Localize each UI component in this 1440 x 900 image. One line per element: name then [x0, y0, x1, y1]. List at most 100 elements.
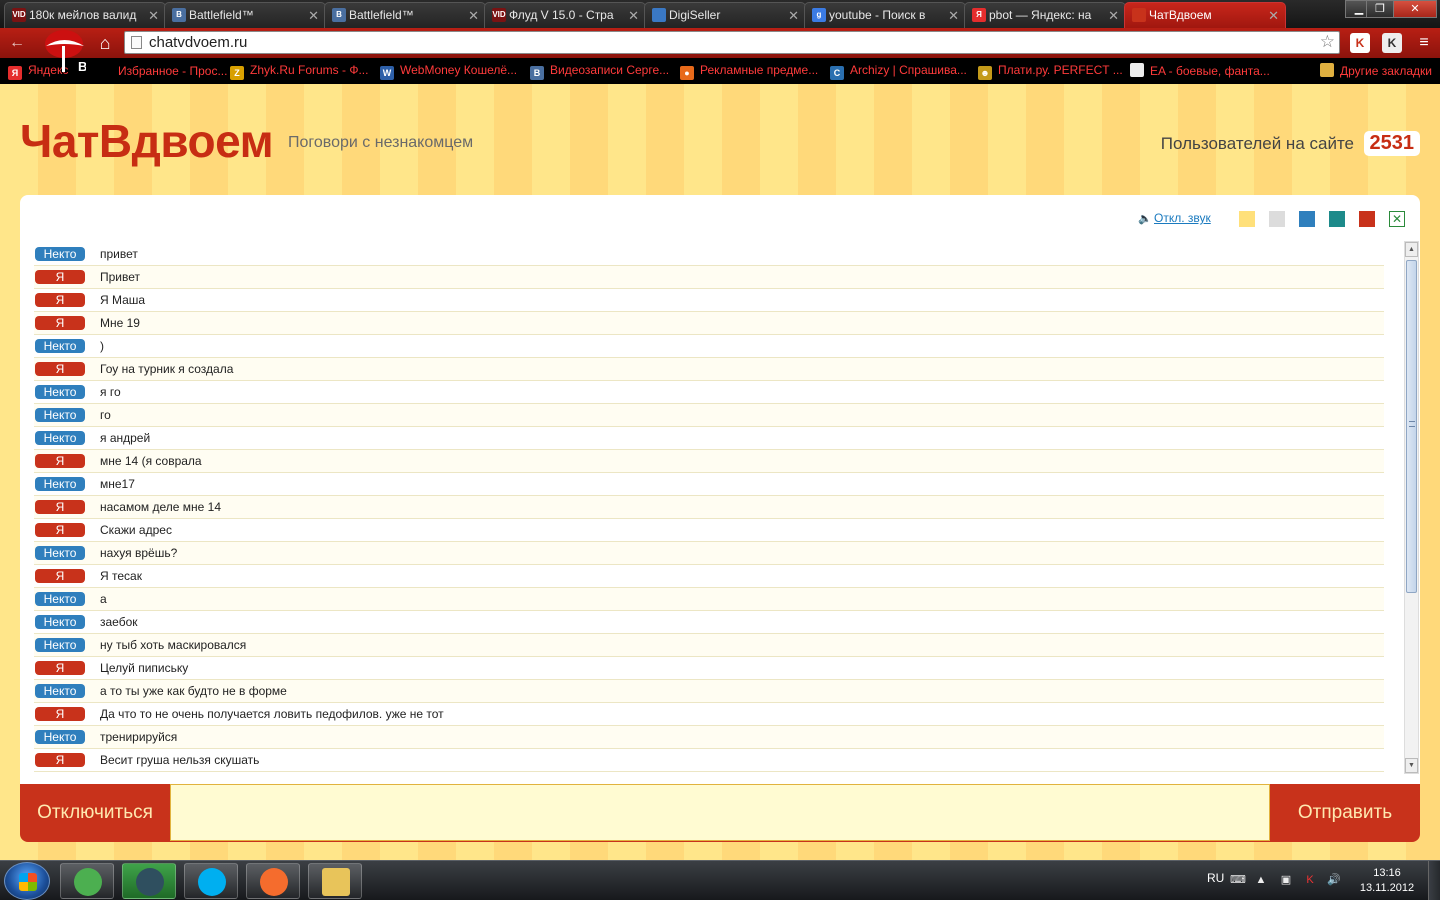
tab-5[interactable]: g youtube - Поиск в ✕ [804, 2, 966, 28]
sender-badge: Я [35, 293, 85, 307]
close-tab-icon[interactable]: ✕ [308, 8, 319, 24]
tab-7[interactable]: ЧатВдвоем ✕ [1124, 2, 1286, 28]
tab-1[interactable]: В Battlefield™ ✕ [164, 2, 326, 28]
bookmark-item[interactable]: Избранное - Прос... [98, 63, 227, 78]
scroll-up-arrow-icon[interactable]: ▲ [1405, 242, 1418, 257]
address-bar[interactable]: chatvdvoem.ru ☆ [124, 31, 1340, 54]
show-desktop-button[interactable] [1428, 861, 1440, 900]
close-tab-icon[interactable]: ✕ [1268, 8, 1279, 24]
site-logo[interactable]: ЧатВдвоем [20, 114, 274, 168]
keyboard-icon[interactable]: ⌨ [1230, 873, 1246, 887]
theme-swatch-red[interactable] [1359, 211, 1375, 227]
bookmark-item[interactable]: EA - боевые, фанта... [1130, 63, 1270, 78]
message-text: мне 14 (я соврала [100, 454, 202, 468]
tab-title: Battlefield™ [189, 8, 254, 22]
close-tab-icon[interactable]: ✕ [628, 8, 639, 24]
bookmark-icon [1320, 63, 1334, 77]
clock-date: 13.11.2012 [1359, 882, 1415, 894]
language-indicator[interactable]: RU [1207, 871, 1224, 885]
excel-export-icon[interactable]: ✕ [1389, 211, 1405, 227]
taskbar-app-file-explorer[interactable] [308, 863, 362, 899]
bookmark-item[interactable]: ● Рекламные предме... [680, 63, 818, 80]
home-icon[interactable]: ⌂ [94, 32, 116, 54]
close-window-button[interactable]: ✕ [1393, 0, 1437, 18]
taskbar-app-origin[interactable] [246, 863, 300, 899]
close-tab-icon[interactable]: ✕ [788, 8, 799, 24]
chatvdvoem-favicon [1132, 8, 1146, 22]
bookmark-item[interactable]: W WebMoney Кошелё... [380, 63, 517, 80]
steam-icon [136, 868, 164, 896]
bookmark-label: Рекламные предме... [700, 63, 819, 77]
message-text: ну тыб хоть маскировался [100, 638, 247, 652]
message-text: Мне 19 [100, 316, 140, 330]
send-button[interactable]: Отправить [1270, 784, 1420, 842]
bl-logo-icon: BL [45, 30, 86, 74]
sender-badge: Некто [35, 684, 85, 698]
bookmark-item[interactable]: ☻ Плати.ру. PERFECT ... [978, 63, 1123, 80]
clock-time: 13:16 [1373, 867, 1401, 879]
tab-3[interactable]: VID Флуд V 15.0 - Стра ✕ [484, 2, 646, 28]
origin-icon [260, 868, 288, 896]
tab-title: pbot — Яндекс: на [989, 8, 1092, 22]
volume-icon[interactable]: 🔊 [1327, 873, 1341, 887]
message-text: мне17 [100, 477, 135, 491]
close-tab-icon[interactable]: ✕ [468, 8, 479, 24]
bookmark-icon: Я [8, 66, 22, 80]
taskbar-app-skype[interactable] [184, 863, 238, 899]
tray-expand-icon[interactable]: ▲ [1254, 873, 1268, 887]
scroll-down-arrow-icon[interactable]: ▼ [1405, 758, 1418, 773]
scroll-thumb[interactable] [1406, 260, 1417, 593]
tab-6[interactable]: Яpbot — Яндекс: на ✕ [964, 2, 1126, 28]
speaker-icon: 🔈 [1138, 213, 1152, 225]
sender-badge: Некто [35, 615, 85, 629]
start-button[interactable] [4, 862, 50, 900]
network-icon[interactable]: ▣ [1279, 873, 1293, 887]
message-scrollbar[interactable]: ▲ ▼ [1404, 241, 1419, 774]
bookmark-item[interactable]: В Видеозаписи Серге... [530, 63, 669, 80]
kaspersky-extension-icon[interactable]: K [1350, 33, 1370, 53]
theme-swatch-teal[interactable] [1329, 211, 1345, 227]
sender-badge: Я [35, 523, 85, 537]
close-tab-icon[interactable]: ✕ [148, 8, 159, 24]
message-list: Некто привет Я Привет Я Я Маша Я Мне 19 Некто) Я Г… [34, 243, 1384, 772]
disconnect-button[interactable]: Отключиться [20, 784, 170, 842]
bookmark-label: EA - боевые, фанта... [1150, 64, 1270, 78]
sound-toggle-link[interactable]: 🔈 Откл. звук [1138, 211, 1211, 225]
tab-title: Флуд V 15.0 - Стра [509, 8, 614, 22]
sender-badge: Некто [35, 592, 85, 606]
tab-title: ЧатВдвоем [1149, 8, 1212, 22]
message-text: Я Маша [100, 293, 146, 307]
kaspersky-tray-icon[interactable]: K [1303, 873, 1317, 887]
bookmark-icon: В [530, 66, 544, 80]
tab-2[interactable]: В Battlefield™ ✕ [324, 2, 486, 28]
system-clock[interactable]: 13:16 13.11.2012 [1356, 866, 1418, 896]
message-input[interactable] [170, 784, 1270, 841]
back-arrow-icon[interactable]: ← [6, 32, 28, 54]
close-tab-icon[interactable]: ✕ [948, 8, 959, 24]
theme-swatch-blue[interactable] [1299, 211, 1315, 227]
taskbar-app-chrome[interactable] [60, 863, 114, 899]
menu-icon[interactable]: ≡ [1414, 33, 1434, 53]
theme-swatch-yellow[interactable] [1239, 211, 1255, 227]
theme-swatch-grey[interactable] [1269, 211, 1285, 227]
bookmark-icon [1130, 63, 1144, 77]
message-text: насамом деле мне 14 [100, 500, 222, 514]
sound-toggle-label: Откл. звук [1154, 211, 1211, 225]
bookmark-star-icon[interactable]: ☆ [1320, 32, 1335, 52]
bookmark-item[interactable]: Z Zhyk.Ru Forums - Ф... [230, 63, 368, 80]
bookmark-icon: C [830, 66, 844, 80]
tab-4[interactable]: DigiSeller ✕ [644, 2, 806, 28]
taskbar-app-steam[interactable] [122, 863, 176, 899]
bookmark-icon: ● [680, 66, 694, 80]
message-text: ) [100, 339, 104, 353]
message-text: тренирируйся [100, 730, 178, 744]
restore-button[interactable]: ❐ [1366, 0, 1394, 18]
sender-badge: Некто [35, 385, 85, 399]
sender-badge: Некто [35, 477, 85, 491]
close-tab-icon[interactable]: ✕ [1108, 8, 1119, 24]
bookmark-item[interactable]: C Archizy | Спрашива... [830, 63, 967, 80]
bookmark-item[interactable]: Другие закладки [1320, 63, 1432, 78]
k-extension-icon[interactable]: K [1382, 33, 1402, 53]
message-row: Некто ну тыб хоть маскировался [34, 634, 1384, 657]
sender-badge: Я [35, 707, 85, 721]
